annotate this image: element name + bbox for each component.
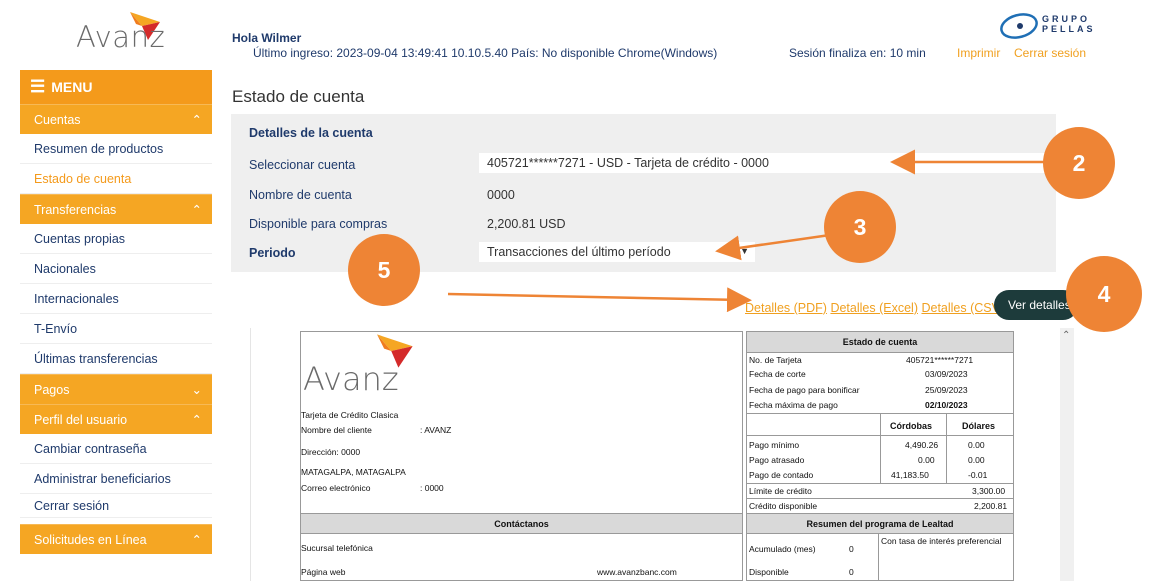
row-late-cordobas: 0.00 — [918, 455, 935, 465]
web-label: Página web — [301, 567, 346, 577]
row-late-label: Pago atrasado — [749, 455, 805, 465]
bonus-date-label: Fecha de pago para bonificar — [749, 385, 860, 395]
row-min-dolares: 0.00 — [968, 440, 985, 450]
account-header: Estado de cuenta — [747, 332, 1013, 352]
avail-points-label: Disponible — [749, 567, 789, 577]
col-cordobas: Córdobas — [890, 421, 933, 431]
web-value: www.avanzbanc.com — [597, 567, 677, 577]
scroll-up-icon[interactable]: ⌃ — [1062, 330, 1070, 341]
annotation-marker: 4 — [1066, 256, 1142, 332]
rate-note: Con tasa de interés preferencial — [881, 536, 1002, 546]
cut-date-label: Fecha de corte — [749, 369, 806, 379]
phone-branch: Sucursal telefónica — [301, 543, 373, 553]
card-type: Tarjeta de Crédito Clasica — [301, 410, 399, 420]
row-min-cordobas: 4,490.26 — [905, 440, 939, 450]
row-cash-cordobas: 41,183.50 — [891, 470, 929, 480]
statement-scrollbar[interactable]: ⌃ — [1060, 328, 1074, 581]
row-cash-dolares: -0.01 — [968, 470, 988, 480]
contact-header: Contáctanos — [301, 513, 742, 534]
max-date-value: 02/10/2023 — [925, 400, 968, 410]
city: MATAGALPA, MATAGALPA — [301, 467, 406, 477]
client-label: Nombre del cliente — [301, 425, 372, 435]
credit-label: Crédito disponible — [749, 501, 818, 511]
avail-points-value: 0 — [849, 567, 854, 577]
limit-value: 3,300.00 — [972, 486, 1006, 496]
address-label: Dirección: 0000 — [301, 447, 361, 457]
max-date-label: Fecha máxima de pago — [749, 400, 838, 410]
card-no-label: No. de Tarjeta — [749, 355, 802, 365]
client-value: : AVANZ — [420, 425, 452, 435]
card-no-value: 405721******7271 — [906, 355, 974, 365]
credit-value: 2,200.81 — [974, 501, 1008, 511]
accum-label: Acumulado (mes) — [749, 544, 816, 554]
row-min-label: Pago mínimo — [749, 440, 800, 450]
annotation-marker: 5 — [348, 234, 420, 306]
email-label: Correo electrónico — [301, 483, 371, 493]
bonus-date-value: 25/09/2023 — [925, 385, 968, 395]
cut-date-value: 03/09/2023 — [925, 369, 968, 379]
email-value: : 0000 — [420, 483, 444, 493]
limit-label: Límite de crédito — [749, 486, 812, 496]
row-late-dolares: 0.00 — [968, 455, 985, 465]
row-cash-label: Pago de contado — [749, 470, 814, 480]
col-dolares: Dólares — [962, 421, 996, 431]
annotation-marker: 2 — [1043, 127, 1115, 199]
annotation-marker: 3 — [824, 191, 896, 263]
statement-logo-text: Avanz — [303, 360, 399, 398]
accum-value: 0 — [849, 544, 854, 554]
loyalty-header: Resumen del programa de Lealtad — [747, 513, 1013, 534]
